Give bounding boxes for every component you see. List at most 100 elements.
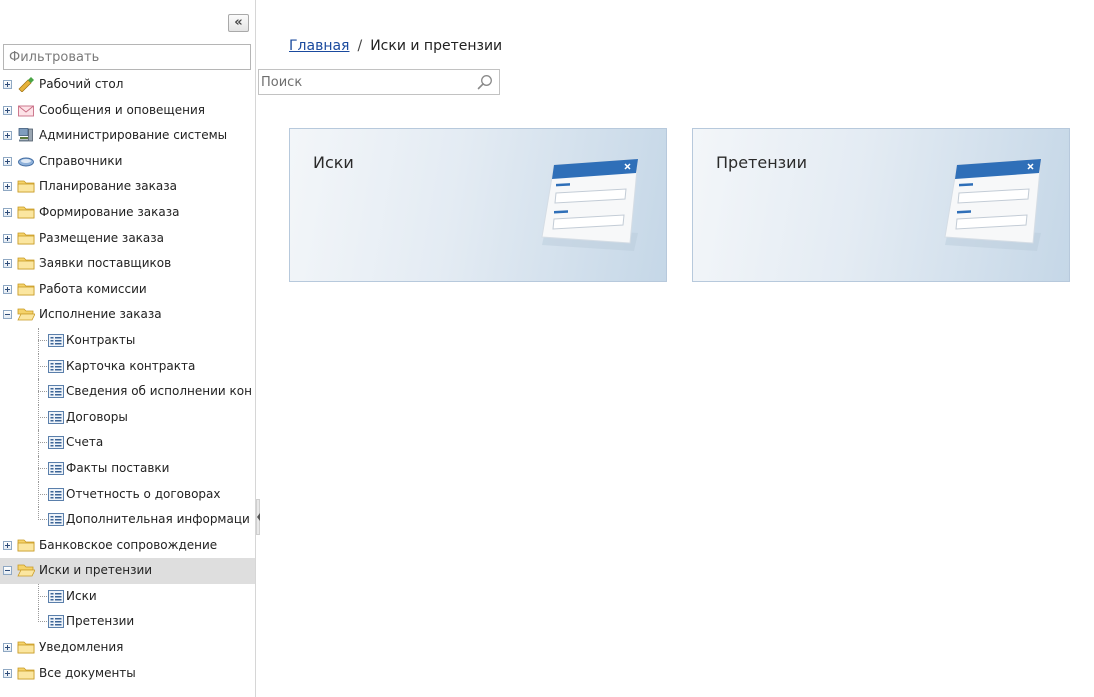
form-window-icon (944, 158, 1042, 251)
tree-connector-line (38, 339, 47, 341)
tree-item-label: Претензии (66, 614, 135, 629)
tree-item[interactable]: Сообщения и оповещения (0, 98, 255, 124)
list-icon (47, 383, 65, 399)
tree-item-label: Договоры (66, 409, 128, 424)
list-icon (47, 511, 65, 527)
folder-icon (17, 281, 35, 297)
tree-item-label: Факты поставки (66, 460, 170, 475)
list-icon (47, 434, 65, 450)
list-icon (47, 588, 65, 604)
folder-icon (17, 255, 35, 271)
sidebar-splitter-handle[interactable] (256, 499, 260, 535)
tree-subitem[interactable]: Отчетность о договорах (0, 481, 255, 508)
breadcrumb-separator: / (357, 38, 363, 54)
list-icon (47, 460, 65, 476)
tree-item-label: Справочники (39, 153, 123, 168)
tree-item-label: Планирование заказа (39, 179, 177, 194)
tree-connector-line (38, 595, 47, 597)
expand-icon[interactable] (3, 668, 12, 678)
tree-item-label: Администрирование системы (39, 128, 228, 143)
collapse-sidebar-button[interactable]: « (228, 14, 249, 32)
tree-item[interactable]: Размещение заказа (0, 226, 255, 252)
expand-icon[interactable] (3, 233, 12, 243)
tree-item-label: Размещение заказа (39, 230, 165, 245)
tree-item-label: Заявки поставщиков (39, 256, 172, 271)
expand-icon[interactable] (3, 131, 12, 141)
tree-subitem[interactable]: Иски (0, 583, 255, 610)
desktop-brush-icon (17, 76, 35, 93)
breadcrumb-home-link[interactable]: Главная (289, 38, 349, 54)
tree-connector-line (38, 416, 47, 418)
tree-item[interactable]: Все документы (0, 661, 255, 687)
tree-connector-line (38, 442, 47, 444)
folder-icon (17, 665, 35, 681)
tree-item-label: Рабочий стол (39, 77, 124, 91)
tree-item[interactable]: Заявки поставщиков (0, 251, 255, 277)
expand-icon[interactable] (3, 156, 12, 166)
tree-subitem[interactable]: Дополнительная информаци (0, 507, 255, 533)
tree-item[interactable]: Планирование заказа (0, 174, 255, 200)
expand-icon[interactable] (3, 182, 12, 192)
collapse-icon[interactable] (3, 310, 12, 320)
expand-icon[interactable] (3, 284, 12, 294)
list-icon (47, 613, 65, 629)
envelope-icon (17, 102, 35, 118)
tree-item-label: Сообщения и оповещения (39, 102, 205, 117)
tree-item[interactable]: Формирование заказа (0, 200, 255, 226)
search-input[interactable] (261, 71, 471, 93)
tree-item[interactable]: Иски и претензии (0, 558, 255, 584)
folder-icon (17, 639, 35, 655)
tree-subitem[interactable]: Претензии (0, 609, 255, 635)
tree-subitem[interactable]: Факты поставки (0, 455, 255, 482)
expand-icon[interactable] (3, 207, 12, 217)
tree-subitem[interactable]: Договоры (0, 404, 255, 431)
tree-subitem[interactable]: Карточка контракта (0, 353, 255, 380)
collapse-icon[interactable] (3, 566, 12, 576)
expand-icon[interactable] (3, 643, 12, 653)
tree-item-label: Отчетность о договорах (66, 486, 221, 501)
breadcrumb-current: Иски и претензии (370, 38, 503, 54)
tree-item[interactable]: Рабочий стол (0, 72, 255, 98)
filter-input[interactable] (3, 44, 251, 70)
expand-icon[interactable] (3, 259, 12, 269)
tile-pretenzii[interactable]: Претензии (692, 128, 1070, 282)
folder-open-icon (17, 306, 36, 322)
list-icon (47, 332, 65, 348)
tree-item-label: Счета (66, 435, 104, 450)
tree-subitem[interactable]: Контракты (0, 327, 255, 354)
tree-subitem[interactable]: Счета (0, 430, 255, 456)
tile-title: Претензии (716, 153, 807, 172)
expand-icon[interactable] (3, 105, 12, 115)
tree-item-label: Формирование заказа (39, 204, 180, 219)
folder-icon (17, 204, 35, 220)
tree-item[interactable]: Справочники (0, 149, 255, 175)
tree-item-label: Уведомления (39, 640, 124, 655)
tree-item[interactable]: Банковское сопровождение (0, 533, 255, 559)
tree-item[interactable]: Уведомления (0, 635, 255, 661)
tree-item-label: Исполнение заказа (39, 307, 162, 322)
tree-connector-line (38, 467, 47, 469)
tile-title: Иски (313, 153, 354, 172)
tree-item[interactable]: Работа комиссии (0, 277, 255, 303)
computer-icon (17, 127, 35, 143)
tree-connector-line (38, 365, 47, 367)
form-window-icon (541, 158, 639, 251)
expand-icon[interactable] (3, 80, 12, 89)
expand-icon[interactable] (3, 540, 12, 550)
tree-item[interactable]: Администрирование системы (0, 123, 255, 149)
tree-item-label: Все документы (39, 665, 136, 680)
tree-item-label: Контракты (66, 332, 136, 347)
folder-icon (17, 230, 35, 246)
tile-iski[interactable]: Иски (289, 128, 667, 282)
search-box (258, 69, 500, 95)
list-icon (47, 409, 65, 425)
folder-icon (17, 537, 35, 553)
list-icon (47, 486, 65, 502)
tree-item[interactable]: Исполнение заказа (0, 302, 255, 328)
tree-connector-line (38, 519, 47, 521)
reference-book-icon (17, 153, 35, 169)
sidebar-panel: « Рабочий стол Сообщения и оповещения Адми… (0, 0, 256, 697)
tree-connector-line (38, 493, 47, 495)
search-icon[interactable] (477, 74, 493, 90)
tree-subitem[interactable]: Сведения об исполнении кон (0, 379, 255, 405)
